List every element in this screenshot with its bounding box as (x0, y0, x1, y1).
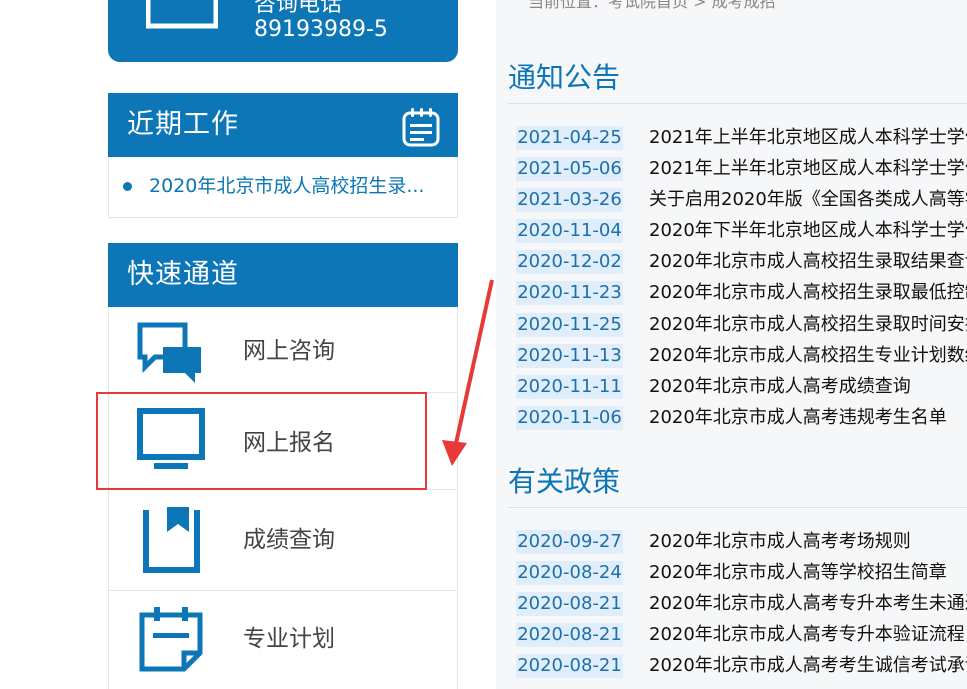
monitor-card-icon (146, 0, 218, 29)
news-title-link[interactable]: 2020年北京市成人高考专升本考生未通过 (649, 591, 967, 616)
quick-item-label: 网上咨询 (243, 338, 335, 364)
news-title-link[interactable]: 2020年北京市成人高考专升本验证流程 (649, 622, 965, 647)
news-title-link[interactable]: 2020年北京市成人高校招生专业计划数统 (649, 343, 967, 368)
news-row[interactable]: 2020-11-06 2020年北京市成人高考违规考生名单 (516, 402, 967, 433)
news-title-link[interactable]: 2020年北京市成人高校招生录取结果查询 (649, 249, 967, 274)
news-title-link[interactable]: 2020年北京市成人高等学校招生简章 (649, 560, 947, 585)
clipboard-icon (139, 607, 203, 672)
news-row[interactable]: 2021-04-25 2021年上半年北京地区成人本科学士学位 (516, 122, 967, 153)
date-badge: 2020-08-21 (516, 623, 623, 648)
date-badge: 2020-08-21 (516, 654, 623, 679)
news-title-link[interactable]: 2020年北京市成人高考考场规则 (649, 529, 911, 554)
consult-phone-number: 89193989-5 (254, 17, 388, 42)
divider (508, 507, 967, 508)
date-badge: 2020-11-23 (516, 281, 623, 306)
quick-item-score-query[interactable]: 成绩查询 (108, 490, 458, 591)
news-row[interactable]: 2020-11-04 2020年下半年北京地区成人本科学士学位 (516, 215, 967, 246)
notice-list: 2021-04-25 2021年上半年北京地区成人本科学士学位 2021-05-06… (516, 122, 967, 434)
quick-item-online-consult[interactable]: 网上咨询 (108, 307, 458, 393)
date-badge: 2020-11-11 (516, 374, 623, 399)
divider (508, 103, 967, 104)
recent-work-title: 近期工作 (127, 109, 239, 140)
chat-bubbles-icon (137, 322, 201, 383)
news-title-link[interactable]: 2020年北京市成人高校招生录取最低控制 (649, 280, 967, 305)
date-badge: 2020-11-06 (516, 405, 623, 430)
date-badge: 2021-05-06 (516, 157, 623, 182)
news-row[interactable]: 2020-11-25 2020年北京市成人高校招生录取时间安排 (516, 309, 967, 340)
consult-phone-box: 咨询电话 89193989-5 (108, 0, 458, 62)
date-badge: 2020-08-24 (516, 561, 623, 586)
quick-item-major-plan[interactable]: 专业计划 (108, 591, 458, 689)
news-row[interactable]: 2020-08-21 2020年北京市成人高考考生诚信考试承诺 (516, 650, 967, 681)
news-row[interactable]: 2020-08-21 2020年北京市成人高考专升本考生未通过 (516, 588, 967, 619)
news-title-link[interactable]: 2020年北京市成人高考违规考生名单 (649, 405, 947, 430)
bookmark-book-icon (143, 507, 200, 573)
date-badge: 2020-11-04 (516, 219, 623, 244)
annotation-arrow-icon (442, 279, 494, 466)
date-badge: 2020-11-25 (516, 312, 623, 337)
news-row[interactable]: 2020-11-23 2020年北京市成人高校招生录取最低控制 (516, 277, 967, 308)
news-title-link[interactable]: 2020年下半年北京地区成人本科学士学位 (649, 218, 967, 243)
news-row[interactable]: 2021-05-06 2021年上半年北京地区成人本科学士学位 (516, 153, 967, 184)
news-row[interactable]: 2020-12-02 2020年北京市成人高校招生录取结果查询 (516, 246, 967, 277)
news-title-link[interactable]: 2021年上半年北京地区成人本科学士学位 (649, 125, 967, 150)
date-badge: 2021-03-26 (516, 188, 623, 213)
date-badge: 2020-11-13 (516, 343, 623, 368)
policy-list: 2020-09-27 2020年北京市成人高考考场规则 2020-08-24 2020… (516, 526, 967, 689)
quick-access-header: 快速通道 (108, 243, 458, 307)
quick-item-label: 成绩查询 (243, 527, 335, 553)
breadcrumb: 当前位置：考试院首页 > 成考成招 (528, 0, 776, 11)
news-row[interactable]: 2020-11-13 2020年北京市成人高校招生专业计划数统 (516, 340, 967, 371)
news-row[interactable]: 2020-11-11 2020年北京市成人高考成绩查询 (516, 371, 967, 402)
calendar-icon (402, 108, 440, 147)
news-title-link[interactable]: 关于启用2020年版《全国各类成人高等学 (649, 187, 967, 212)
news-row[interactable]: 2020-08-21 2020年北京市成人高考专升本验证流程 (516, 619, 967, 650)
news-row[interactable]: 2020-08-24 2020年北京市成人高等学校招生简章 (516, 557, 967, 588)
notice-section-title[interactable]: 通知公告 (508, 60, 620, 96)
news-row[interactable]: 2021-03-26 关于启用2020年版《全国各类成人高等学 (516, 184, 967, 215)
recent-work-header: 近期工作 (108, 93, 458, 157)
quick-item-online-register[interactable]: 网上报名 (108, 393, 458, 490)
news-title-link[interactable]: 2020年北京市成人高考考生诚信考试承诺 (649, 653, 967, 678)
recent-work-item-text[interactable]: 2020年北京市成人高校招生录... (149, 173, 424, 199)
consult-phone-label: 咨询电话 (254, 0, 343, 17)
news-row[interactable]: 2020-09-27 2020年北京市成人高考考场规则 (516, 526, 967, 557)
date-badge: 2020-09-27 (516, 530, 623, 554)
quick-item-label: 网上报名 (243, 430, 335, 456)
date-badge: 2021-04-25 (516, 126, 623, 150)
recent-work-item[interactable]: 2020年北京市成人高校招生录... (123, 173, 443, 199)
date-badge: 2020-08-21 (516, 592, 623, 617)
recent-work-list: 2020年北京市成人高校招生录... (108, 157, 458, 218)
news-title-link[interactable]: 2021年上半年北京地区成人本科学士学位 (649, 156, 967, 181)
policy-section-title[interactable]: 有关政策 (508, 464, 620, 500)
quick-item-label: 专业计划 (243, 626, 335, 652)
news-title-link[interactable]: 2020年北京市成人高校招生录取时间安排 (649, 312, 967, 337)
date-badge: 2020-12-02 (516, 250, 623, 275)
quick-access-title: 快速通道 (127, 259, 239, 290)
news-title-link[interactable]: 2020年北京市成人高考成绩查询 (649, 374, 911, 399)
monitor-icon (137, 408, 205, 469)
bullet-icon (123, 182, 132, 191)
